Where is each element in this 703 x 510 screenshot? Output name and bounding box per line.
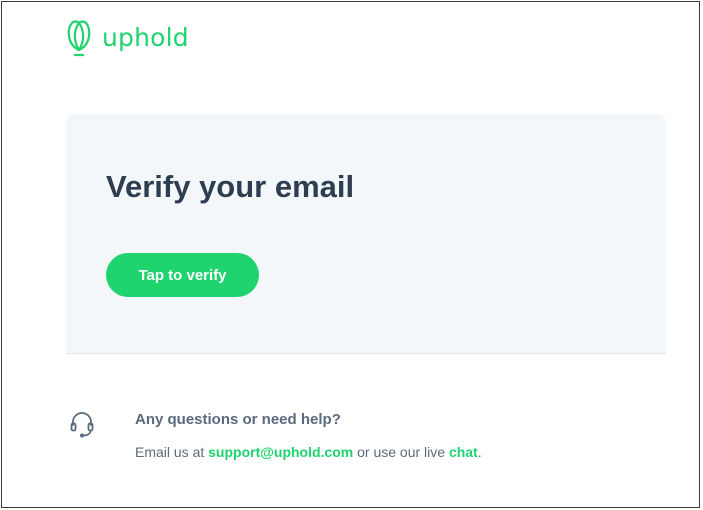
headset-icon bbox=[70, 412, 94, 438]
support-email-link[interactable]: support@uphold.com bbox=[208, 444, 353, 460]
live-chat-link[interactable]: chat bbox=[449, 444, 478, 460]
verify-button[interactable]: Tap to verify bbox=[106, 253, 259, 297]
help-text-suffix: . bbox=[477, 444, 482, 460]
brand-name: uphold bbox=[102, 22, 189, 52]
brand-logo[interactable]: uphold bbox=[64, 18, 189, 58]
help-heading: Any questions or need help? bbox=[135, 411, 341, 428]
uphold-leaf-icon bbox=[67, 20, 91, 57]
verify-card: Verify your email Tap to verify bbox=[66, 114, 666, 354]
help-text-middle: or use our live bbox=[353, 444, 449, 460]
help-text: Email us at support@uphold.com or use ou… bbox=[135, 444, 482, 460]
email-frame: uphold Verify your email Tap to verify A… bbox=[1, 1, 700, 508]
page-title: Verify your email bbox=[106, 169, 355, 204]
help-text-prefix: Email us at bbox=[135, 444, 209, 460]
